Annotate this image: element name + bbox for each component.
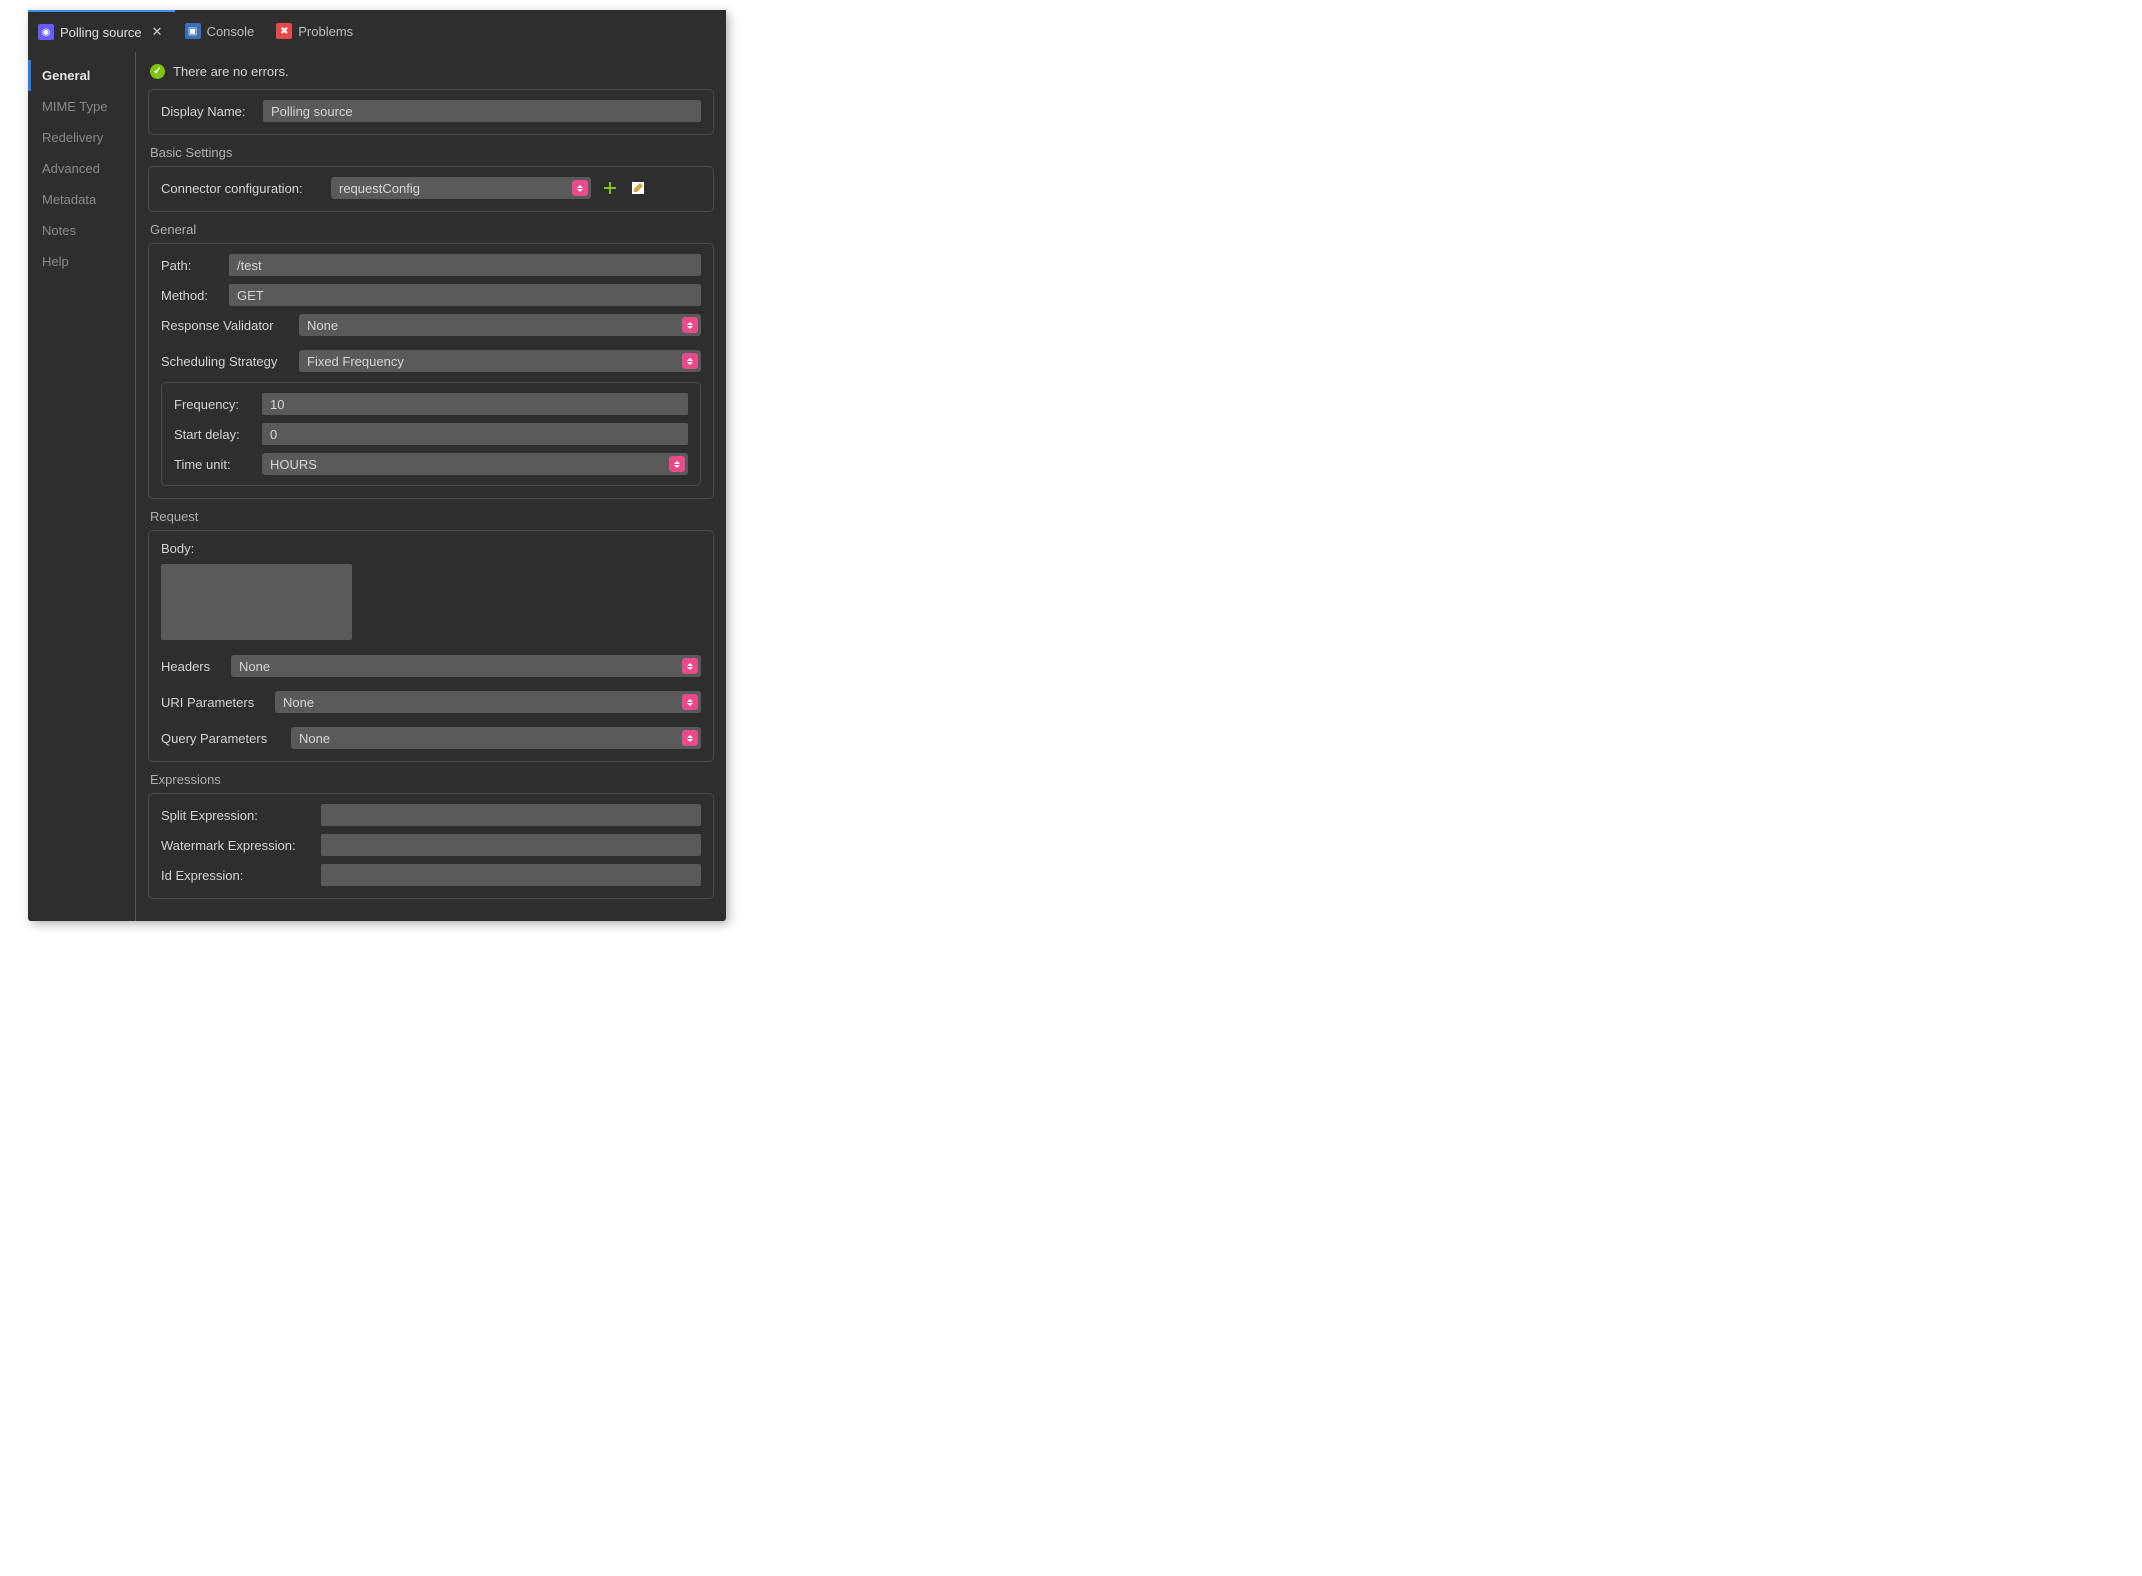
response-validator-label: Response Validator xyxy=(161,318,289,333)
query-params-label: Query Parameters xyxy=(161,731,281,746)
problems-icon: ✖ xyxy=(276,23,292,39)
config-window: ◉ Polling source ✕ ▣ Console ✖ Problems … xyxy=(28,10,726,921)
request-block: Body: Headers None URI Parameters None xyxy=(148,530,714,762)
expressions-section-title: Expressions xyxy=(150,772,714,787)
id-expression-input[interactable] xyxy=(321,864,701,886)
connector-config-label: Connector configuration: xyxy=(161,181,321,196)
body-textarea[interactable] xyxy=(161,564,352,640)
uri-params-label: URI Parameters xyxy=(161,695,265,710)
body-label: Body: xyxy=(161,541,194,556)
scheduling-inner-block: Frequency: Start delay: Time unit: HOURS xyxy=(161,382,701,486)
tab-console-label: Console xyxy=(207,24,255,39)
split-expression-input[interactable] xyxy=(321,804,701,826)
success-icon: ✓ xyxy=(150,64,165,79)
general-section-title: General xyxy=(150,222,714,237)
sidebar-item-help[interactable]: Help xyxy=(28,246,135,277)
uri-params-select[interactable]: None xyxy=(275,691,701,713)
sidebar-item-general[interactable]: General xyxy=(28,60,135,91)
tab-problems-label: Problems xyxy=(298,24,353,39)
general-block: Path: Method: Response Validator None Sc… xyxy=(148,243,714,499)
expressions-block: Split Expression: Watermark Expression: … xyxy=(148,793,714,899)
uri-params-value: None xyxy=(283,695,314,710)
path-label: Path: xyxy=(161,258,219,273)
display-name-label: Display Name: xyxy=(161,104,253,119)
time-unit-select[interactable]: HOURS xyxy=(262,453,688,475)
tab-polling-label: Polling source xyxy=(60,25,142,40)
headers-select[interactable]: None xyxy=(231,655,701,677)
console-icon: ▣ xyxy=(185,23,201,39)
scheduling-strategy-label: Scheduling Strategy xyxy=(161,354,289,369)
headers-value: None xyxy=(239,659,270,674)
sidebar-item-notes[interactable]: Notes xyxy=(28,215,135,246)
edit-config-button[interactable] xyxy=(629,179,647,197)
chevron-updown-icon xyxy=(682,730,698,746)
chevron-updown-icon xyxy=(682,353,698,369)
close-icon[interactable]: ✕ xyxy=(152,24,163,40)
sidebar: General MIME Type Redelivery Advanced Me… xyxy=(28,52,136,921)
polling-source-icon: ◉ xyxy=(38,24,54,40)
scheduling-strategy-select[interactable]: Fixed Frequency xyxy=(299,350,701,372)
method-input[interactable] xyxy=(229,284,701,306)
scheduling-strategy-value: Fixed Frequency xyxy=(307,354,404,369)
chevron-updown-icon xyxy=(572,180,588,196)
chevron-updown-icon xyxy=(669,456,685,472)
response-validator-select[interactable]: None xyxy=(299,314,701,336)
display-name-input[interactable] xyxy=(263,100,701,122)
response-validator-value: None xyxy=(307,318,338,333)
sidebar-item-redelivery[interactable]: Redelivery xyxy=(28,122,135,153)
status-text: There are no errors. xyxy=(173,64,289,79)
sidebar-item-advanced[interactable]: Advanced xyxy=(28,153,135,184)
time-unit-label: Time unit: xyxy=(174,457,252,472)
method-label: Method: xyxy=(161,288,219,303)
sidebar-item-metadata[interactable]: Metadata xyxy=(28,184,135,215)
path-input[interactable] xyxy=(229,254,701,276)
tab-problems[interactable]: ✖ Problems xyxy=(266,10,365,52)
query-params-select[interactable]: None xyxy=(291,727,701,749)
start-delay-label: Start delay: xyxy=(174,427,252,442)
basic-settings-title: Basic Settings xyxy=(150,145,714,160)
chevron-updown-icon xyxy=(682,317,698,333)
main-panel: ✓ There are no errors. Display Name: Bas… xyxy=(136,52,726,921)
query-params-value: None xyxy=(299,731,330,746)
request-section-title: Request xyxy=(150,509,714,524)
start-delay-input[interactable] xyxy=(262,423,688,445)
watermark-expression-input[interactable] xyxy=(321,834,701,856)
watermark-expression-label: Watermark Expression: xyxy=(161,838,311,853)
tab-console[interactable]: ▣ Console xyxy=(175,10,267,52)
display-name-block: Display Name: xyxy=(148,89,714,135)
tabstrip: ◉ Polling source ✕ ▣ Console ✖ Problems xyxy=(28,10,726,52)
connector-config-select[interactable]: requestConfig xyxy=(331,177,591,199)
id-expression-label: Id Expression: xyxy=(161,868,311,883)
add-config-button[interactable] xyxy=(601,179,619,197)
frequency-input[interactable] xyxy=(262,393,688,415)
frequency-label: Frequency: xyxy=(174,397,252,412)
basic-settings-block: Connector configuration: requestConfig xyxy=(148,166,714,212)
chevron-updown-icon xyxy=(682,658,698,674)
time-unit-value: HOURS xyxy=(270,457,317,472)
status-row: ✓ There are no errors. xyxy=(150,64,714,79)
split-expression-label: Split Expression: xyxy=(161,808,311,823)
headers-label: Headers xyxy=(161,659,221,674)
connector-config-value: requestConfig xyxy=(339,181,420,196)
sidebar-item-mime-type[interactable]: MIME Type xyxy=(28,91,135,122)
chevron-updown-icon xyxy=(682,694,698,710)
tab-polling-source[interactable]: ◉ Polling source ✕ xyxy=(28,10,175,52)
